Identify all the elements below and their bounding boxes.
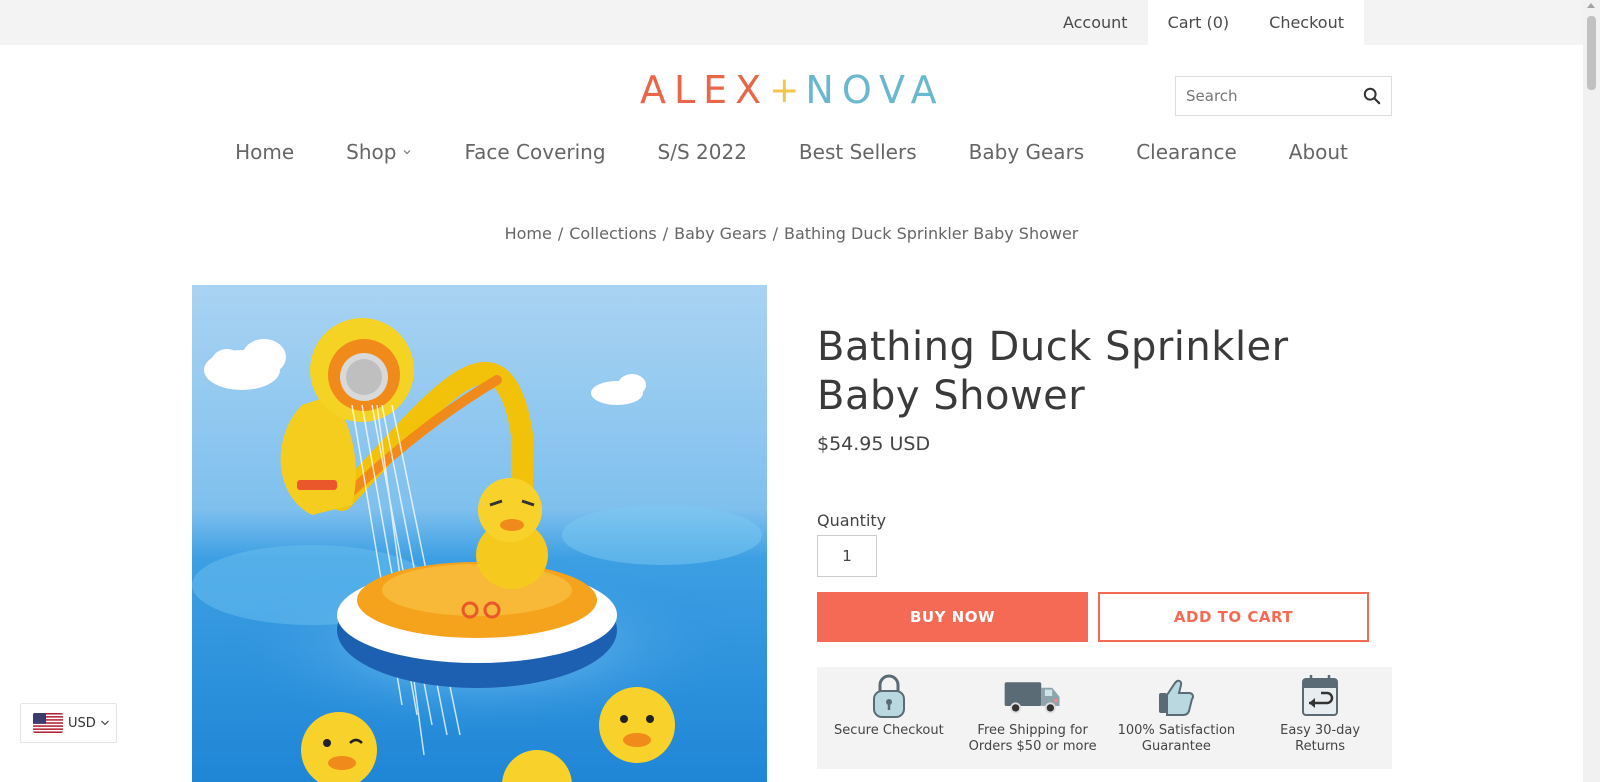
product-photo-duck-shower xyxy=(192,285,767,782)
breadcrumb-current: Bathing Duck Sprinkler Baby Shower xyxy=(783,224,1079,243)
search-box xyxy=(1175,76,1392,116)
cart-link[interactable]: Cart (0) xyxy=(1147,0,1250,45)
badge-line: Guarantee xyxy=(1141,739,1211,754)
badge-free-shipping: Free Shipping for Orders $50 or more xyxy=(968,673,1098,769)
nav-item-face-covering[interactable]: Face Covering xyxy=(438,136,631,168)
nav-label: Baby Gears xyxy=(968,140,1085,164)
nav-label: Shop xyxy=(346,140,397,164)
badge-text: Secure Checkout xyxy=(834,723,944,739)
logo-text-nova: NOVA xyxy=(805,68,945,112)
nav-label: Home xyxy=(235,140,295,164)
badge-line: Returns xyxy=(1295,739,1346,754)
nav-label: Best Sellers xyxy=(798,140,917,164)
top-links: Account Cart (0) Checkout xyxy=(1043,0,1364,45)
badge-line: 100% Satisfaction xyxy=(1117,723,1236,738)
search-input[interactable] xyxy=(1176,77,1351,115)
currency-label: USD xyxy=(68,715,96,731)
breadcrumb-collections[interactable]: Collections xyxy=(569,224,656,243)
nav-label: S/S 2022 xyxy=(657,140,747,164)
product-image[interactable] xyxy=(192,285,767,782)
nav-item-baby-gears[interactable]: Baby Gears xyxy=(943,136,1111,168)
checkout-link[interactable]: Checkout xyxy=(1249,0,1364,45)
nav-item-about[interactable]: About xyxy=(1263,136,1374,168)
buy-now-button[interactable]: BUY NOW xyxy=(817,592,1088,642)
product-price: $54.95 USD xyxy=(817,433,931,455)
nav-item-ss-2022[interactable]: S/S 2022 xyxy=(632,136,773,168)
top-utility-bar: Account Cart (0) Checkout xyxy=(0,0,1583,45)
nav-item-shop[interactable]: Shop xyxy=(320,136,438,168)
truck-icon xyxy=(1004,682,1060,714)
chevron-down-icon xyxy=(404,150,411,155)
currency-selector[interactable]: USD xyxy=(20,703,117,743)
us-flag-icon xyxy=(33,713,63,733)
product-title: Bathing Duck Sprinkler Baby Shower xyxy=(817,324,1289,419)
nav-label: Clearance xyxy=(1136,140,1237,164)
quantity-input[interactable] xyxy=(817,535,877,577)
add-to-cart-button[interactable]: ADD TO CART xyxy=(1098,592,1369,642)
scroll-up-arrow-icon[interactable] xyxy=(1587,3,1595,8)
badge-line: Orders $50 or more xyxy=(968,739,1097,754)
quantity-label: Quantity xyxy=(817,511,887,530)
badge-line: Secure Checkout xyxy=(834,723,944,738)
badge-text: Easy 30-day Returns xyxy=(1280,723,1360,755)
breadcrumb-separator: / xyxy=(662,224,669,243)
scroll-thumb[interactable] xyxy=(1587,16,1596,90)
nav-item-clearance[interactable]: Clearance xyxy=(1110,136,1263,168)
badge-line: Free Shipping for xyxy=(977,723,1088,738)
nav-label: Face Covering xyxy=(464,140,606,164)
nav-item-home[interactable]: Home xyxy=(209,136,320,168)
breadcrumb: Home / Collections / Baby Gears / Bathing Duck… xyxy=(0,224,1583,243)
account-link[interactable]: Account xyxy=(1043,0,1148,45)
trust-badges: Secure Checkout Free Shipping for Orders … xyxy=(817,667,1392,769)
nav-label: About xyxy=(1288,140,1348,164)
chevron-down-icon xyxy=(100,720,109,726)
breadcrumb-home[interactable]: Home xyxy=(505,224,552,243)
search-icon[interactable] xyxy=(1363,87,1381,105)
breadcrumb-separator: / xyxy=(557,224,564,243)
nav-item-best-sellers[interactable]: Best Sellers xyxy=(773,136,943,168)
calendar-return-icon xyxy=(1302,675,1339,716)
badge-secure-checkout: Secure Checkout xyxy=(824,673,954,769)
main-nav: Home Shop Face Covering S/S 2022 Best Se… xyxy=(0,136,1583,168)
badge-easy-returns: Easy 30-day Returns xyxy=(1255,673,1385,769)
badge-text: Free Shipping for Orders $50 or more xyxy=(969,723,1097,755)
logo-text-alex: ALEX xyxy=(640,68,770,112)
badge-text: 100% Satisfaction Guarantee xyxy=(1118,723,1236,755)
badge-line: Easy 30-day xyxy=(1280,723,1361,738)
breadcrumb-baby-gears[interactable]: Baby Gears xyxy=(674,224,766,243)
lock-icon xyxy=(872,674,905,718)
site-logo[interactable]: ALEX + NOVA xyxy=(640,66,945,114)
page-scrollbar[interactable] xyxy=(1583,0,1600,782)
badge-satisfaction: 100% Satisfaction Guarantee xyxy=(1111,673,1241,769)
thumbs-up-icon xyxy=(1159,679,1195,716)
breadcrumb-separator: / xyxy=(772,224,778,243)
logo-plus: + xyxy=(769,69,806,111)
